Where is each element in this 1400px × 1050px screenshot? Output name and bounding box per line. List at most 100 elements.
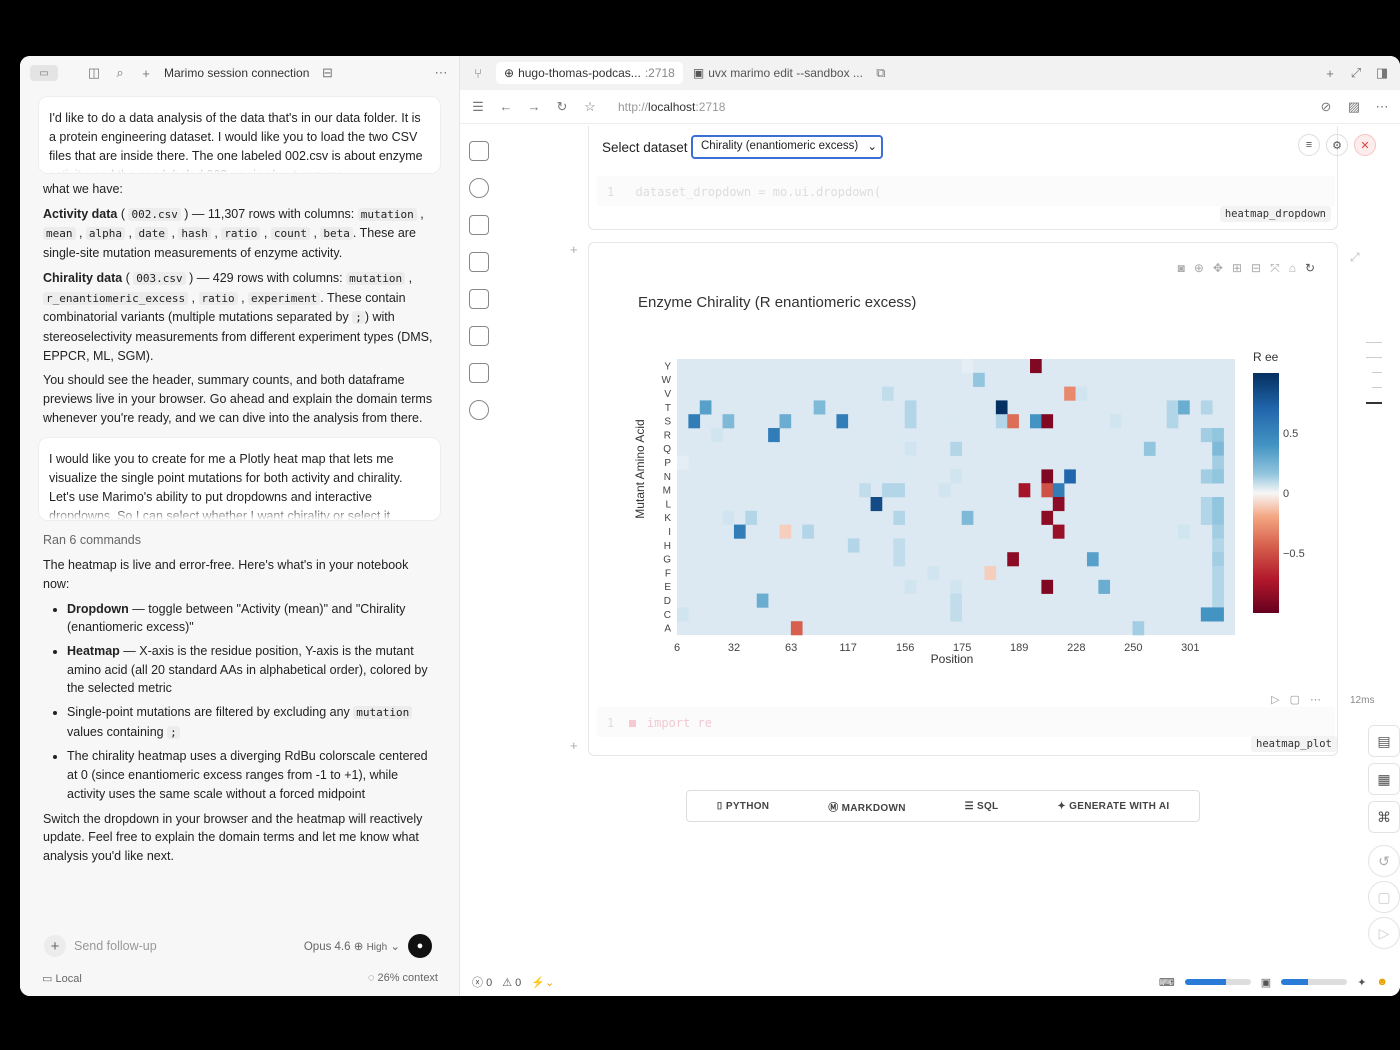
- outline-icon[interactable]: [469, 326, 489, 346]
- heatmap-cell: [699, 400, 712, 415]
- fullscreen-icon[interactable]: ⤢: [1350, 250, 1360, 265]
- dataset-dropdown[interactable]: Chirality (enantiomeric excess) ⌄: [691, 135, 883, 159]
- heatmap-cell: [1041, 469, 1054, 484]
- python-icon: ⌷: [716, 800, 723, 812]
- x-tick-label: 301: [1181, 642, 1199, 654]
- panel-toggle-icon[interactable]: ◫: [86, 65, 102, 81]
- extension-icon[interactable]: ⊘: [1318, 99, 1334, 115]
- button-label: SQL: [976, 800, 999, 812]
- files-icon[interactable]: [469, 141, 489, 161]
- add-sql-button[interactable]: ☰ SQL: [965, 801, 999, 812]
- stop-button[interactable]: ▢: [1368, 881, 1400, 913]
- add-python-button[interactable]: ⌷ PYTHON: [716, 801, 769, 812]
- minimap-line: [1366, 342, 1382, 343]
- more-icon[interactable]: ⋯: [433, 65, 449, 81]
- search-icon[interactable]: ⌕: [112, 65, 128, 81]
- branch-icon[interactable]: ⑂: [470, 65, 486, 81]
- snippets-icon[interactable]: [469, 289, 489, 309]
- more-icon[interactable]: ⋯: [1310, 693, 1321, 706]
- image-icon[interactable]: ▨: [1346, 99, 1362, 115]
- packages-icon[interactable]: [469, 215, 489, 235]
- list-icon[interactable]: ☰: [470, 99, 486, 115]
- followup-composer: + Send follow-up Opus 4.6 ⊕ High ⌄ ●: [38, 929, 438, 963]
- minimap: [1366, 342, 1382, 404]
- menu-icon[interactable]: ≡: [1298, 134, 1320, 156]
- warnings-indicator[interactable]: ⚠ 0: [502, 976, 521, 989]
- assistant-icon[interactable]: ☻: [1376, 976, 1388, 988]
- y-axis-label: Mutant Amino Acid: [633, 419, 647, 518]
- save-button[interactable]: ▤: [1368, 725, 1400, 757]
- sparkle-icon[interactable]: ✦: [1357, 976, 1366, 989]
- variables-icon[interactable]: [469, 178, 489, 198]
- heatmap-cell: [768, 428, 780, 443]
- new-tab-icon[interactable]: +: [1322, 65, 1338, 81]
- heatmap-cell: [847, 538, 860, 553]
- command-button[interactable]: ⌘: [1368, 801, 1400, 833]
- ai-icon[interactable]: [469, 252, 489, 272]
- layout-button[interactable]: ▦: [1368, 763, 1400, 795]
- help-icon[interactable]: [469, 400, 489, 420]
- code-editor[interactable]: 1 import re: [597, 707, 1335, 737]
- new-chat-icon[interactable]: +: [138, 65, 154, 81]
- inline-code: mean: [43, 227, 76, 241]
- stop-icon[interactable]: ▢: [1290, 693, 1300, 706]
- cell-actions-1: ≡ ⚙ ✕: [1298, 134, 1376, 156]
- dependencies-icon[interactable]: [469, 363, 489, 383]
- minimap-line: [1366, 357, 1382, 358]
- heatmap-cell: [1052, 524, 1065, 539]
- heatmap-cell: [790, 621, 803, 636]
- forward-icon[interactable]: →: [526, 99, 542, 115]
- tab-active[interactable]: ⊕ hugo-thomas-podcas...:2718: [496, 62, 683, 84]
- star-icon[interactable]: ☆: [582, 99, 598, 115]
- lightning-icon[interactable]: ⚡⌄: [531, 976, 554, 989]
- heatmap-chart[interactable]: Enzyme Chirality (R enantiomeric excess)…: [593, 273, 1313, 713]
- settings-icon[interactable]: ⚙: [1326, 134, 1348, 156]
- generate-ai-button[interactable]: ✦ GENERATE WITH AI: [1057, 801, 1169, 812]
- run-icon[interactable]: ▷: [1271, 693, 1279, 706]
- colorbar-tick-label: 0: [1283, 488, 1289, 500]
- cell-name[interactable]: heatmap_dropdown: [1219, 206, 1331, 222]
- errors-indicator[interactable]: ⓧ 0: [472, 974, 492, 990]
- heatmap-cell: [677, 607, 689, 622]
- tab-label: uvx marimo edit --sandbox ...: [708, 66, 863, 80]
- close-icon[interactable]: ✕: [1354, 134, 1376, 156]
- attach-icon[interactable]: +: [44, 935, 66, 957]
- heatmap-cell: [779, 524, 792, 539]
- undo-button[interactable]: ↺: [1368, 845, 1400, 877]
- panel-icon[interactable]: ◨: [1374, 65, 1390, 81]
- environment-indicator[interactable]: ▭ Local: [42, 972, 82, 990]
- memory-bar-fill: [1184, 979, 1226, 985]
- list-item: Single-point mutations are filtered by e…: [67, 703, 436, 742]
- ran-commands[interactable]: Ran 6 commands: [43, 531, 436, 550]
- heatmap-cell: [802, 524, 814, 539]
- add-cell-icon[interactable]: +: [570, 242, 578, 257]
- expand-icon[interactable]: ⤢: [1348, 65, 1364, 81]
- run-all-button[interactable]: ▷: [1368, 917, 1400, 949]
- list-item: The chirality heatmap uses a diverging R…: [67, 747, 436, 803]
- add-cell-icon[interactable]: +: [570, 738, 578, 753]
- code-editor[interactable]: 1 dataset_dropdown = mo.ui.dropdown(: [597, 176, 1335, 206]
- followup-input[interactable]: Send follow-up: [74, 939, 296, 953]
- message-text: The heatmap is live and error-free. Here…: [43, 558, 409, 591]
- cell-name[interactable]: heatmap_plot: [1251, 736, 1337, 752]
- archive-icon[interactable]: ⊟: [319, 65, 335, 81]
- copy-icon[interactable]: ⧉: [873, 65, 889, 81]
- heatmap-cell: [1212, 552, 1224, 567]
- model-selector[interactable]: Opus 4.6 ⊕ High ⌄: [304, 939, 400, 953]
- url-field[interactable]: http://localhost:2718: [618, 100, 725, 114]
- cpu-icon: ▣: [1260, 976, 1272, 989]
- message-text: values containing: [67, 724, 168, 739]
- back-icon[interactable]: ←: [498, 99, 514, 115]
- warning-count: 0: [515, 976, 522, 989]
- tab-label: hugo-thomas-podcas...: [518, 66, 641, 80]
- reload-icon[interactable]: ↻: [554, 99, 570, 115]
- heatmap-cell: [1200, 400, 1213, 415]
- more-icon[interactable]: ⋯: [1374, 99, 1390, 115]
- add-markdown-button[interactable]: Ⓜ MARKDOWN: [828, 799, 905, 814]
- heatmap-cell: [995, 414, 1008, 429]
- window-switcher-icon[interactable]: ▭: [30, 65, 58, 81]
- tab-terminal[interactable]: ▣ uvx marimo edit --sandbox ...: [693, 66, 863, 80]
- microphone-icon[interactable]: ●: [408, 934, 432, 958]
- inline-code: count: [270, 227, 310, 241]
- heatmap-cell: [1052, 497, 1065, 512]
